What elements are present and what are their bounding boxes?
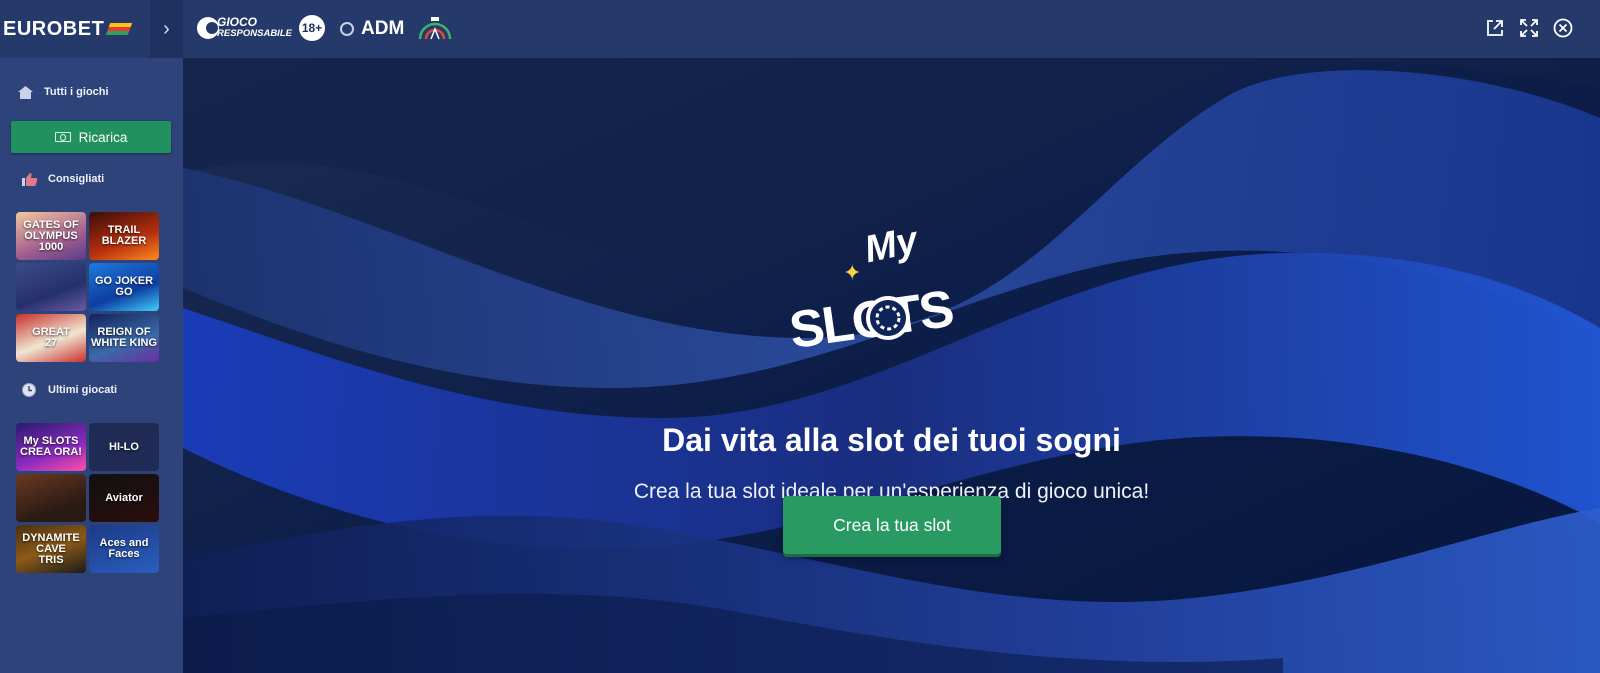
sidebar: Tutti i giochi Ricarica Consigliati GATE… xyxy=(0,58,183,673)
myslots-logo: My ✦ SLOTS xyxy=(786,219,956,360)
game-thumbnail[interactable]: REIGN OF WHITE KING xyxy=(89,314,159,362)
recommended-label: Consigliati xyxy=(48,173,105,185)
game-thumbnail-title: HI-LO xyxy=(109,440,139,453)
game-thumbnail-line2: BLAZER xyxy=(101,235,147,247)
clock-icon xyxy=(20,381,38,399)
game-thumbnail[interactable]: HI-LO xyxy=(89,423,159,471)
adm-logo[interactable]: ADM xyxy=(340,18,404,40)
close-icon[interactable] xyxy=(1552,17,1574,39)
game-thumbnail-title: REIGN OF WHITE KING xyxy=(91,327,157,349)
cash-icon xyxy=(54,132,71,142)
recommended-games-grid: GATES OF OLYMPUS 1000 TRAIL BLAZER GO JOKER G… xyxy=(16,212,159,362)
recharge-button[interactable]: Ricarica xyxy=(11,121,171,153)
sidebar-item-all-games[interactable]: Tutti i giochi xyxy=(16,83,109,101)
brand-flag-icon xyxy=(106,23,133,35)
game-thumbnail-line1: Aces and Faces xyxy=(99,537,149,560)
game-thumbnail[interactable]: My SLOTS CREA ORA! xyxy=(16,423,86,471)
adm-emblem-icon xyxy=(340,22,354,36)
sparkle-icon: ✦ xyxy=(843,261,861,286)
game-thumbnail[interactable]: TRAIL BLAZER xyxy=(89,212,159,260)
game-thumbnail-line1: DYNAMITE CAVE xyxy=(22,531,80,555)
game-thumbnail-title: GO JOKER GO xyxy=(95,276,153,298)
game-thumbnail-line2: 1000 xyxy=(38,240,64,253)
game-thumbnail[interactable]: GO JOKER GO xyxy=(89,263,159,311)
recharge-label: Ricarica xyxy=(78,129,128,145)
thumbs-up-icon xyxy=(20,170,38,188)
gioco-responsabile-icon xyxy=(197,17,219,39)
game-thumbnail[interactable]: Aces and Faces xyxy=(89,525,159,573)
eurobet-logo[interactable]: EUROBET xyxy=(0,0,150,58)
game-area: My ✦ SLOTS Dai vita alla slot dei tuoi s… xyxy=(183,58,1600,673)
game-thumbnail-title: GREAT 27 xyxy=(32,327,70,349)
poker-chip-icon xyxy=(866,296,910,340)
gioco-line1: GIOCO xyxy=(217,15,258,29)
home-icon xyxy=(16,83,34,101)
all-games-label: Tutti i giochi xyxy=(44,86,109,98)
game-thumbnail-line2: GO xyxy=(115,286,133,298)
gioco-line2: RESPONSABILE xyxy=(217,28,292,39)
game-thumbnail-title: GATES OF OLYMPUS 1000 xyxy=(16,218,86,253)
game-thumbnail-line2: 27 xyxy=(44,337,58,349)
myslots-logo-my: My xyxy=(861,219,923,271)
top-bar: EUROBET › GIOCO RESPONSABILE 18+ ADM xyxy=(0,0,1600,58)
age-18-badge: 18+ xyxy=(299,15,325,41)
gioco-responsabile-logo[interactable]: GIOCO RESPONSABILE xyxy=(197,15,292,39)
game-thumbnail-line1: HI-LO xyxy=(109,440,139,453)
game-thumbnail-line2: TRIS xyxy=(38,553,64,566)
fullscreen-icon[interactable] xyxy=(1518,17,1540,39)
adm-arc-icon xyxy=(418,17,452,40)
game-thumbnail-title: DYNAMITE CAVE TRIS xyxy=(16,531,86,566)
create-slot-button[interactable]: Crea la tua slot xyxy=(783,496,1001,554)
game-thumbnail-line2: CREA ORA! xyxy=(20,446,82,458)
sidebar-item-recommended[interactable]: Consigliati xyxy=(20,170,104,188)
adm-label: ADM xyxy=(361,18,405,39)
game-thumbnail-title: Aces and Faces xyxy=(89,538,159,560)
game-thumbnail-title: TRAIL BLAZER xyxy=(102,225,147,247)
recent-label: Ultimi giocati xyxy=(48,384,118,396)
game-thumbnail[interactable] xyxy=(16,474,86,522)
game-thumbnail[interactable] xyxy=(16,263,86,311)
game-thumbnail-line2: WHITE KING xyxy=(91,337,157,349)
game-thumbnail-title: My SLOTS CREA ORA! xyxy=(20,436,82,458)
game-thumbnail-line1: Aviator xyxy=(105,491,143,504)
sidebar-item-recent[interactable]: Ultimi giocati xyxy=(20,381,117,399)
game-thumbnail-title: Aviator xyxy=(105,491,143,504)
game-thumbnail[interactable]: DYNAMITE CAVE TRIS xyxy=(16,525,86,573)
expand-sidebar-button[interactable]: › xyxy=(150,0,183,58)
brand-name: EUROBET xyxy=(3,17,105,40)
game-thumbnail[interactable]: Aviator xyxy=(89,474,159,522)
game-thumbnail[interactable]: GREAT 27 xyxy=(16,314,86,362)
game-thumbnail-line1: GATES OF OLYMPUS xyxy=(23,218,79,242)
hero-headline: Dai vita alla slot dei tuoi sogni xyxy=(662,422,1121,458)
game-thumbnail[interactable]: GATES OF OLYMPUS 1000 xyxy=(16,212,86,260)
chevron-right-icon: › xyxy=(163,17,170,40)
recent-games-grid: My SLOTS CREA ORA! HI-LO Aviator DYNAMITE CA… xyxy=(16,423,159,573)
open-external-icon[interactable] xyxy=(1484,17,1506,39)
